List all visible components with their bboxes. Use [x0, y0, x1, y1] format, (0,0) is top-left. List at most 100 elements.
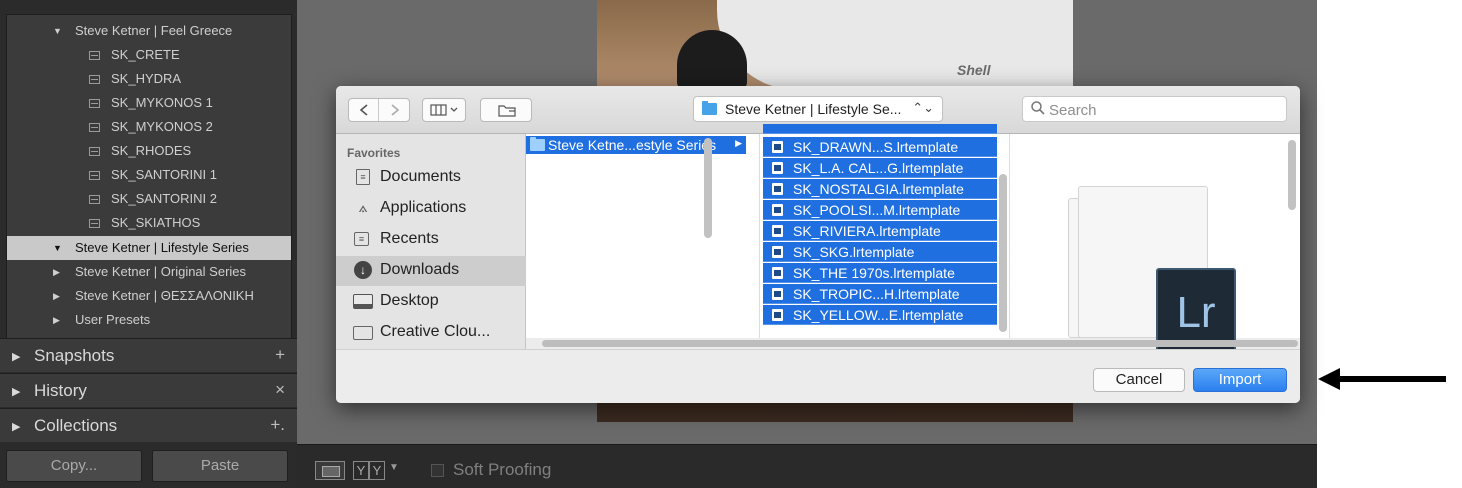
history-panel-header[interactable]: ▶ History ×	[0, 373, 297, 407]
location-popup[interactable]: Steve Ketner | Lifestyle Se... ⌃⌄	[693, 96, 943, 122]
folder-icon	[353, 326, 373, 340]
file-preview: Lr	[1010, 134, 1300, 354]
file-name: SK_L.A. CAL...G.lrtemplate	[793, 160, 964, 176]
applications-icon: ⟑	[358, 199, 368, 216]
clear-history-button[interactable]: ×	[275, 380, 285, 400]
preset-item[interactable]: SK_MYKONOS 1	[7, 91, 291, 115]
folder-icon	[530, 137, 545, 151]
preset-label: SK_HYDRA	[111, 71, 182, 86]
disclosure-closed-icon[interactable]: ▶	[53, 260, 60, 284]
sidebar-item-desktop[interactable]: Desktop	[336, 287, 526, 317]
template-icon	[89, 219, 100, 228]
import-button[interactable]: Import	[1193, 368, 1287, 392]
cancel-button[interactable]: Cancel	[1093, 368, 1185, 392]
folder-row-lifestyle-series[interactable]: Steve Ketne...estyle Series ▶	[526, 136, 746, 154]
file-row[interactable]: SK_THE 1970s.lrtemplate	[763, 263, 997, 283]
preset-folder-lifestyle-series[interactable]: ▼ Steve Ketner | Lifestyle Series	[7, 236, 291, 260]
presets-list: ▼ Steve Ketner | Feel Greece SK_CRETE SK…	[6, 14, 292, 340]
folder-icon	[702, 101, 717, 115]
before-after-button-2[interactable]: Y	[369, 461, 385, 480]
loupe-view-button[interactable]	[315, 461, 345, 480]
file-row[interactable]: SK_TROPIC...H.lrtemplate	[763, 284, 997, 304]
disclosure-closed-icon[interactable]: ▶	[12, 350, 20, 363]
file-row[interactable]: SK_DRAWN...S.lrtemplate	[763, 137, 997, 157]
disclosure-open-icon[interactable]: ▼	[53, 19, 62, 43]
lrtemplate-file-icon	[772, 267, 783, 279]
preset-item[interactable]: SK_RHODES	[7, 139, 291, 163]
sidebar-item-label: Applications	[380, 199, 467, 216]
column-view-icon	[430, 104, 458, 116]
disclosure-closed-icon[interactable]: ▶	[12, 420, 20, 433]
chevron-down-icon[interactable]: ▼	[389, 462, 399, 473]
add-collection-button[interactable]: +.	[270, 415, 285, 435]
file-row[interactable]: SK_POOLSI...M.lrtemplate	[763, 200, 997, 220]
preset-folder-original-series[interactable]: ▶ Steve Ketner | Original Series	[7, 260, 291, 284]
copy-button[interactable]: Copy...	[6, 450, 142, 482]
disclosure-closed-icon[interactable]: ▶	[12, 385, 20, 398]
desktop-icon	[353, 294, 373, 309]
preset-folder-label: Steve Ketner | Original Series	[75, 264, 247, 279]
file-row[interactable]: SK_NOSTALGIA.lrtemplate	[763, 179, 997, 199]
preset-label: SK_CRETE	[111, 47, 180, 62]
photo-car-shape	[717, 0, 1073, 90]
before-after-button[interactable]: Y	[353, 461, 369, 480]
file-row[interactable]: SK_RIVIERA.lrtemplate	[763, 221, 997, 241]
preset-item[interactable]: SK_SKIATHOS	[7, 211, 291, 235]
preset-folder-user-presets[interactable]: ▶ User Presets	[7, 308, 291, 332]
preset-folder-feel-greece[interactable]: ▼ Steve Ketner | Feel Greece	[7, 19, 291, 43]
file-row[interactable]: SK_L.A. CAL...G.lrtemplate	[763, 158, 997, 178]
import-dialog: Steve Ketner | Lifestyle Se... ⌃⌄ Favori…	[336, 86, 1300, 403]
preset-folder-label: Steve Ketner | Lifestyle Series	[75, 240, 249, 255]
template-icon	[89, 51, 100, 60]
search-input[interactable]	[1049, 100, 1269, 120]
lrtemplate-file-icon	[772, 246, 783, 258]
preset-folder-thessaloniki[interactable]: ▶ Steve Ketner | ΘΕΣΣΑΛΟΝΙΚΗ	[7, 284, 291, 308]
disclosure-open-icon[interactable]: ▼	[53, 236, 62, 260]
forward-button[interactable]	[380, 99, 410, 121]
documents-icon: ≡	[356, 169, 370, 185]
collections-panel-header[interactable]: ▶ Collections +.	[0, 408, 297, 442]
scrollbar[interactable]	[999, 174, 1007, 332]
preset-item[interactable]: SK_SANTORINI 1	[7, 163, 291, 187]
lrtemplate-file-icon	[772, 162, 783, 174]
soft-proofing-checkbox[interactable]	[431, 464, 444, 477]
file-row[interactable]: SK_YELLOW...E.lrtemplate	[763, 305, 997, 325]
panel-title: History	[34, 381, 87, 400]
scrollbar[interactable]	[1288, 140, 1296, 210]
file-row[interactable]: SK_SKG.lrtemplate	[763, 242, 997, 262]
copy-paste-bar: Copy... Paste	[0, 444, 297, 488]
sidebar-item-documents[interactable]: ≡ Documents	[336, 163, 526, 193]
sidebar-item-applications[interactable]: ⟑ Applications	[336, 194, 526, 224]
preset-item[interactable]: SK_CRETE	[7, 43, 291, 67]
file-row-partial[interactable]	[763, 124, 997, 134]
sidebar-item-label: Recents	[380, 230, 439, 247]
left-arrow-icon	[1318, 368, 1446, 390]
disclosure-closed-icon[interactable]: ▶	[53, 308, 60, 332]
soft-proofing-label: Soft Proofing	[453, 460, 552, 479]
sidebar-item-recents[interactable]: ≡ Recents	[336, 225, 526, 255]
lrtemplate-file-icon	[772, 141, 783, 153]
disclosure-closed-icon[interactable]: ▶	[53, 284, 60, 308]
view-options-button[interactable]	[422, 98, 466, 122]
sidebar-item-downloads[interactable]: ↓ Downloads	[336, 256, 526, 286]
preset-folder-label: User Presets	[75, 312, 151, 327]
left-panel: ▼ Steve Ketner | Feel Greece SK_CRETE SK…	[0, 0, 297, 488]
preset-item[interactable]: SK_HYDRA	[7, 67, 291, 91]
search-field[interactable]	[1022, 96, 1287, 122]
snapshots-panel-header[interactable]: ▶ Snapshots +	[0, 338, 297, 372]
scrollbar[interactable]	[704, 138, 712, 238]
add-snapshot-button[interactable]: +	[275, 345, 285, 365]
panel-title: Collections	[34, 416, 118, 435]
shell-logo: Shell	[957, 62, 991, 78]
sidebar-item-creative-cloud[interactable]: Creative Clou...	[336, 318, 526, 348]
paste-button[interactable]: Paste	[152, 450, 288, 482]
sidebar-item-label: Downloads	[380, 261, 460, 278]
file-name: SK_POOLSI...M.lrtemplate	[793, 202, 961, 218]
dialog-footer: Cancel Import	[336, 349, 1300, 403]
preset-item[interactable]: SK_MYKONOS 2	[7, 115, 291, 139]
template-icon	[89, 147, 100, 156]
back-button[interactable]	[349, 99, 379, 121]
new-folder-button[interactable]	[480, 98, 532, 122]
horizontal-scrollbar[interactable]	[542, 340, 1298, 347]
preset-item[interactable]: SK_SANTORINI 2	[7, 187, 291, 211]
